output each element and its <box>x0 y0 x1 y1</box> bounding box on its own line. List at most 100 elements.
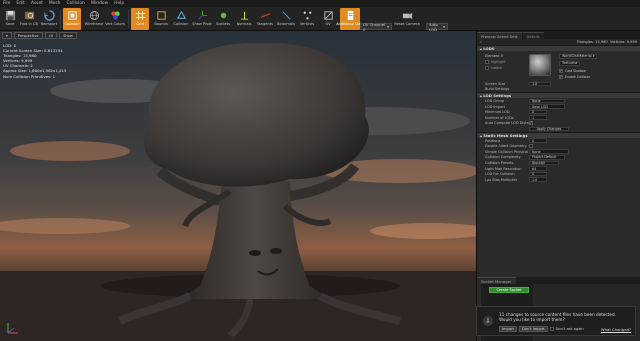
bounds-icon <box>155 9 167 21</box>
additional-data-icon <box>344 9 356 21</box>
chevron-down-icon: ▾ <box>387 24 389 29</box>
show-button[interactable]: Show <box>59 32 77 39</box>
toolbar-separator <box>60 10 61 28</box>
collision-view-icon <box>175 9 187 21</box>
camera-icon <box>401 9 413 21</box>
lod-select[interactable]: Auto LOD ▾ <box>426 22 448 32</box>
viewport-options-button[interactable]: ▾ <box>2 32 12 39</box>
cast-shadow-option[interactable]: Cast Shadow <box>559 68 586 73</box>
viewport-toolbar: ▾ Perspective Lit Show <box>0 31 476 40</box>
find-in-cb-button[interactable]: Find in CB <box>20 8 38 30</box>
stat-approx-size: Approx Size: 1,600x1,582x1,415 <box>3 68 67 74</box>
collision-icon <box>66 9 78 21</box>
collision-complexity-select[interactable]: Project Default <box>529 155 565 160</box>
chevron-down-icon: ▾ <box>443 24 445 29</box>
viewport-stats: LOD: 0 Current Screen Size: 0.613254 Tri… <box>3 43 66 79</box>
tree-mesh-render <box>0 42 476 341</box>
binormals-button[interactable]: Binormals <box>277 8 295 30</box>
show-pivot-button[interactable]: Show Pivot <box>192 8 212 30</box>
menu-edit[interactable]: Edit <box>16 1 25 6</box>
menu-help[interactable]: Help <box>114 1 124 6</box>
lpv-bias-field[interactable]: 1.0 <box>529 177 547 182</box>
lod-for-collision-field[interactable]: 0 <box>529 171 547 177</box>
screen-size-field[interactable]: 1.0 <box>529 81 551 87</box>
tab-details[interactable]: Details <box>522 32 544 39</box>
enable-collision-option[interactable]: Enable Collision <box>559 74 590 79</box>
normals-button[interactable]: Normals <box>235 8 253 30</box>
tangents-icon <box>259 9 271 21</box>
lpv-bias-row: Lpv Bias Multiplier 1.0 <box>477 177 640 183</box>
panel-tabs: Preview Scene Sett Details <box>477 31 640 39</box>
collision-view-button[interactable]: Collision <box>172 8 190 30</box>
bounds-button[interactable]: Bounds <box>152 8 170 30</box>
number-of-lods-field[interactable]: 1 <box>529 115 547 121</box>
pivot-icon <box>196 9 208 21</box>
menu-window[interactable]: Window <box>91 1 108 6</box>
material-thumbnail[interactable] <box>529 54 551 76</box>
lod-group-select[interactable]: None <box>529 98 565 104</box>
lit-button[interactable]: Lit <box>44 32 58 39</box>
uv-channel-select[interactable]: UV Channel 0 ▾ <box>360 22 392 32</box>
uv-icon <box>322 9 334 21</box>
isolate-option[interactable]: Isolate <box>485 66 502 70</box>
what-changed-link[interactable]: What Changed? <box>601 327 631 332</box>
uv-button[interactable]: UV <box>319 8 337 30</box>
grid-button[interactable]: Grid <box>131 8 149 30</box>
stat-collision-primitives: Num Collision Primitives: 1 <box>3 73 56 79</box>
wireframe-icon <box>88 9 100 21</box>
menu-mesh[interactable]: Mesh <box>49 1 61 6</box>
save-icon <box>4 9 16 21</box>
perspective-button[interactable]: Perspective <box>13 32 43 39</box>
double-sided-checkbox[interactable] <box>529 144 533 149</box>
highlight-option[interactable]: Highlight <box>485 60 505 64</box>
apply-changes-button[interactable]: Apply Changes <box>529 126 569 132</box>
normals-icon <box>238 9 250 21</box>
menu-file[interactable]: File <box>3 1 10 6</box>
collision-button[interactable]: Collision <box>63 8 81 30</box>
notification-message: 11 changes to source content files have … <box>499 312 616 323</box>
positions-field[interactable]: 0 <box>529 138 547 143</box>
sockets-icon <box>217 9 229 21</box>
toolbar-separator <box>128 10 129 28</box>
tab-preview-scene-settings[interactable]: Preview Scene Sett <box>477 32 522 39</box>
auto-compute-lod-checkbox[interactable] <box>529 120 533 126</box>
lod-import-select[interactable]: Base LOD <box>529 104 565 109</box>
menu-bar: File Edit Asset Mesh Collision Window He… <box>0 0 640 7</box>
menu-collision[interactable]: Collision <box>66 1 84 6</box>
save-button[interactable]: Save <box>1 8 19 30</box>
light-map-resolution-field[interactable]: 64 <box>529 166 547 171</box>
socket-manager-tabs: Socket Manager <box>477 277 640 284</box>
wireframe-button[interactable]: Wireframe <box>85 8 103 30</box>
reimport-button[interactable]: Reimport <box>40 8 58 30</box>
dont-ask-again-option[interactable]: Don't ask again <box>549 327 584 331</box>
import-changes-notification: ⇩ 11 changes to source content files hav… <box>476 306 636 336</box>
collision-presets-select[interactable]: BlockAll <box>529 160 559 166</box>
minimum-lod-field[interactable]: 0 <box>529 109 547 115</box>
vertices-button[interactable]: Vertices <box>298 8 316 30</box>
grid-icon <box>134 9 146 21</box>
axis-gizmo-icon <box>7 323 18 334</box>
dont-import-button[interactable]: Don't Import <box>518 326 548 332</box>
textures-button[interactable]: Textures ▾ <box>559 61 581 66</box>
material-select[interactable]: WorldGridMaterial ▾ <box>559 54 598 59</box>
import-button[interactable]: Import <box>499 326 517 332</box>
tab-socket-manager[interactable]: Socket Manager <box>477 277 516 284</box>
mesh-viewport[interactable]: ▾ Perspective Lit Show LOD: 0 Current Sc… <box>0 31 476 341</box>
toolbar: Save Find in CB Reimport Collision Wiref… <box>0 7 640 32</box>
sockets-button[interactable]: Sockets <box>214 8 232 30</box>
vert-colors-button[interactable]: Vert Colors <box>105 8 125 30</box>
tangents-button[interactable]: Tangents <box>256 8 274 30</box>
material-slot-row: Element 0 Highlight Isolate WorldGridMat… <box>477 51 640 81</box>
create-socket-button[interactable]: Create Socket <box>489 287 529 293</box>
vertices-icon <box>301 9 313 21</box>
import-icon: ⇩ <box>483 316 493 326</box>
binormals-icon <box>280 9 292 21</box>
additional-data-button[interactable]: Additional Data <box>336 8 364 30</box>
menu-asset[interactable]: Asset <box>31 1 43 6</box>
vertex-colors-icon <box>109 9 121 21</box>
simple-collision-select[interactable]: None <box>529 149 569 155</box>
details-panel: Preview Scene Sett Details ⌕ Triangles: … <box>476 31 640 341</box>
search-icon <box>23 9 35 21</box>
reimport-icon <box>43 9 55 21</box>
reset-camera-button[interactable]: Reset Camera <box>394 8 420 30</box>
